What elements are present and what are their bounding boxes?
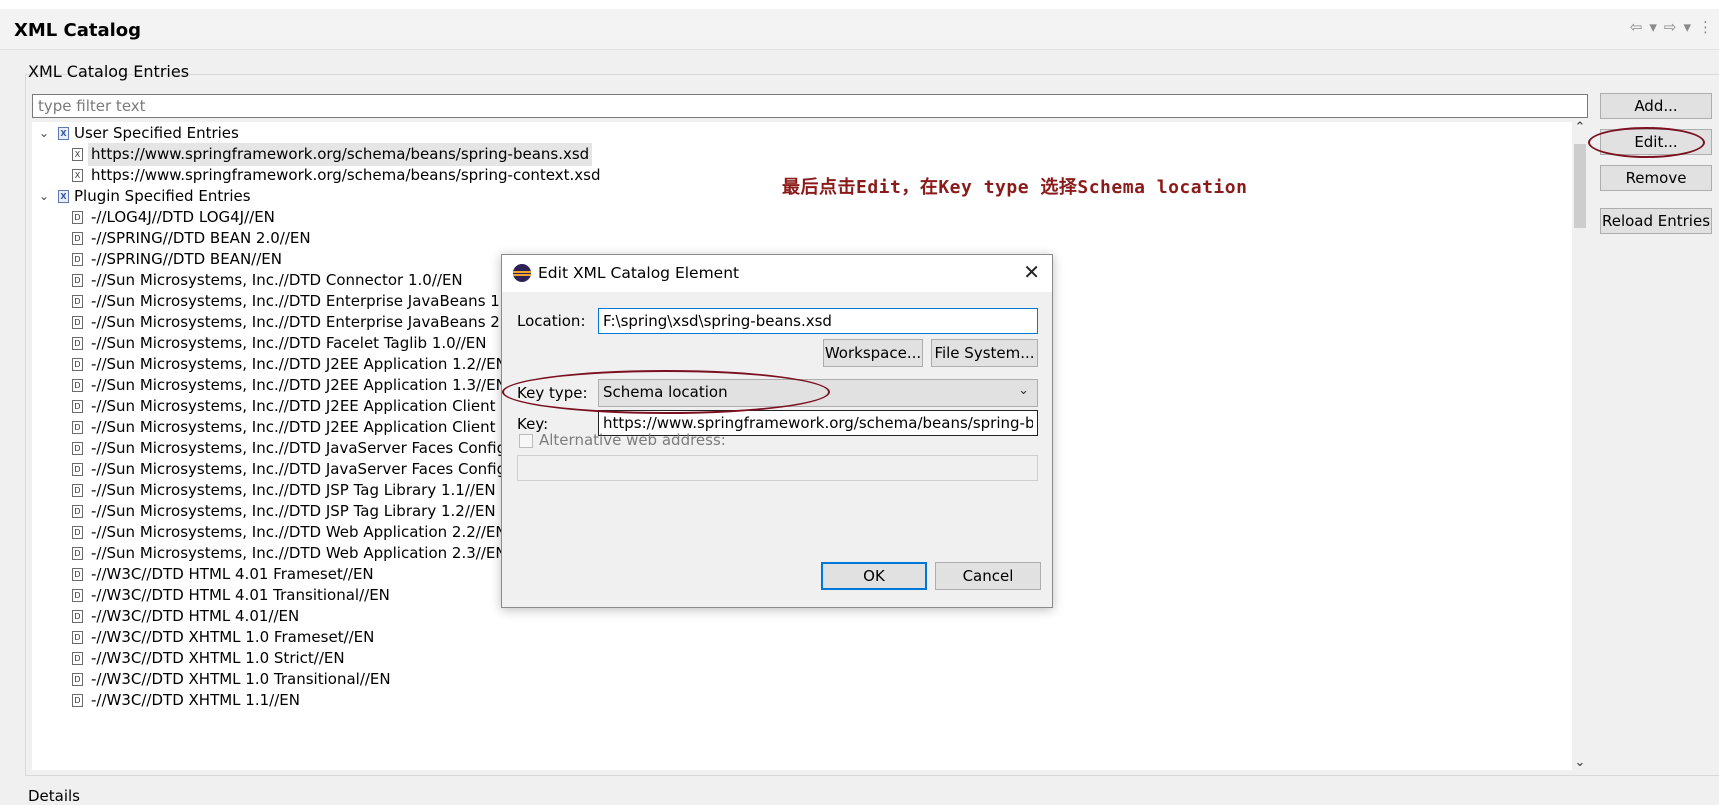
forward-dropdown-icon[interactable]: ▾ bbox=[1683, 18, 1691, 36]
key-type-highlight-ellipse bbox=[502, 370, 830, 414]
tree-item-label: -//Sun Microsystems, Inc.//DTD JavaServe… bbox=[91, 439, 507, 457]
tree-item-label: -//W3C//DTD HTML 4.01 Transitional//EN bbox=[91, 586, 390, 604]
dtd-file-icon: D bbox=[72, 295, 83, 308]
tree-item-label: -//W3C//DTD XHTML 1.0 Strict//EN bbox=[91, 649, 345, 667]
location-field[interactable] bbox=[598, 308, 1038, 334]
add-button[interactable]: Add... bbox=[1600, 93, 1712, 119]
collapse-chevron-icon[interactable]: ⌄ bbox=[37, 185, 51, 208]
more-icon[interactable]: ⋮ bbox=[1698, 18, 1713, 36]
scroll-thumb[interactable] bbox=[1574, 144, 1586, 228]
tree-item-label: -//Sun Microsystems, Inc.//DTD Enterpris… bbox=[91, 292, 515, 310]
tree-item-label: -//Sun Microsystems, Inc.//DTD Facelet T… bbox=[91, 334, 487, 352]
tree-item-label: -//W3C//DTD HTML 4.01 Frameset//EN bbox=[91, 565, 374, 583]
dtd-file-icon: D bbox=[72, 316, 83, 329]
dtd-file-icon: D bbox=[72, 400, 83, 413]
dtd-file-icon: D bbox=[72, 673, 83, 686]
eclipse-logo-icon bbox=[513, 264, 531, 282]
dtd-file-icon: D bbox=[72, 379, 83, 392]
forward-arrow-icon[interactable]: ⇨ bbox=[1664, 18, 1677, 36]
dtd-file-icon: D bbox=[72, 589, 83, 602]
dtd-file-icon: D bbox=[72, 253, 83, 266]
filter-input[interactable] bbox=[32, 94, 1588, 118]
catalog-group-icon: X bbox=[58, 127, 69, 140]
dtd-file-icon: D bbox=[72, 694, 83, 707]
tree-item-label: -//W3C//DTD XHTML 1.0 Frameset//EN bbox=[91, 628, 375, 646]
tree-item-label: https://www.springframework.org/schema/b… bbox=[91, 166, 601, 184]
dtd-file-icon: D bbox=[72, 505, 83, 518]
workspace-button[interactable]: Workspace... bbox=[823, 339, 923, 367]
tree-item-label: -//Sun Microsystems, Inc.//DTD JSP Tag L… bbox=[91, 502, 496, 520]
alternative-web-address-checkbox[interactable] bbox=[519, 434, 533, 448]
dtd-file-icon: D bbox=[72, 631, 83, 644]
dtd-file-icon: D bbox=[72, 337, 83, 350]
tree-item-label: -//SPRING//DTD BEAN//EN bbox=[91, 250, 282, 268]
reload-entries-button[interactable]: Reload Entries bbox=[1600, 208, 1712, 234]
tree-item-label: -//Sun Microsystems, Inc.//DTD Connector… bbox=[91, 271, 463, 289]
tree-group-label: Plugin Specified Entries bbox=[74, 187, 251, 205]
tree-item-label: -//Sun Microsystems, Inc.//DTD Web Appli… bbox=[91, 544, 507, 562]
xsd-file-icon: X bbox=[72, 169, 83, 182]
remove-button[interactable]: Remove bbox=[1600, 165, 1712, 191]
page-title: XML Catalog bbox=[14, 20, 142, 41]
tree-item-label: -//Sun Microsystems, Inc.//DTD Enterpris… bbox=[91, 313, 515, 331]
location-label: Location: bbox=[517, 312, 586, 330]
tree-item-label: -//Sun Microsystems, Inc.//DTD J2EE Appl… bbox=[91, 355, 507, 373]
tree-item-label: -//SPRING//DTD BEAN 2.0//EN bbox=[91, 229, 311, 247]
tree-item-label: -//Sun Microsystems, Inc.//DTD JSP Tag L… bbox=[91, 481, 496, 499]
alternative-web-address-label: Alternative web address: bbox=[539, 431, 726, 449]
details-label: Details bbox=[28, 787, 81, 805]
dialog-titlebar: Edit XML Catalog Element ✕ bbox=[502, 255, 1052, 292]
tree-item-label: https://www.springframework.org/schema/b… bbox=[88, 143, 593, 166]
tree-item-label: -//Sun Microsystems, Inc.//DTD J2EE Appl… bbox=[91, 397, 510, 415]
scroll-down-icon[interactable]: ⌄ bbox=[1572, 755, 1588, 770]
window-top-strip bbox=[0, 0, 1719, 9]
edit-catalog-dialog: Edit XML Catalog Element ✕ Location: Wor… bbox=[501, 254, 1053, 608]
tree-item-label: -//Sun Microsystems, Inc.//DTD JavaServe… bbox=[91, 460, 507, 478]
tree-item-label: -//W3C//DTD HTML 4.01//EN bbox=[91, 607, 300, 625]
cancel-button[interactable]: Cancel bbox=[935, 562, 1041, 590]
dtd-file-icon: D bbox=[72, 526, 83, 539]
back-dropdown-icon[interactable]: ▾ bbox=[1649, 18, 1657, 36]
tree-item-label: -//Sun Microsystems, Inc.//DTD J2EE Appl… bbox=[91, 418, 510, 436]
dtd-file-icon: D bbox=[72, 463, 83, 476]
tree-item-label: -//W3C//DTD XHTML 1.1//EN bbox=[91, 691, 300, 709]
dtd-file-icon: D bbox=[72, 442, 83, 455]
annotation-text: 最后点击Edit，在Key type 选择Schema location bbox=[782, 177, 1248, 198]
tree-item-label: -//W3C//DTD XHTML 1.0 Transitional//EN bbox=[91, 670, 391, 688]
back-arrow-icon[interactable]: ⇦ bbox=[1630, 18, 1643, 36]
dtd-file-icon: D bbox=[72, 547, 83, 560]
catalog-entries-label: XML Catalog Entries bbox=[28, 62, 190, 81]
chevron-down-icon: ⌄ bbox=[1018, 383, 1029, 398]
dtd-file-icon: D bbox=[72, 358, 83, 371]
edit-highlight-ellipse bbox=[1588, 127, 1705, 158]
alternative-web-address-field[interactable] bbox=[517, 455, 1038, 481]
dtd-file-icon: D bbox=[72, 568, 83, 581]
preference-page-header: XML Catalog ⇦ ▾ ⇨ ▾ ⋮ bbox=[0, 9, 1719, 50]
tree-item-label: -//Sun Microsystems, Inc.//DTD Web Appli… bbox=[91, 523, 507, 541]
close-icon[interactable]: ✕ bbox=[1023, 260, 1040, 284]
dtd-file-icon: D bbox=[72, 421, 83, 434]
dtd-file-icon: D bbox=[72, 232, 83, 245]
ok-button[interactable]: OK bbox=[821, 562, 927, 590]
tree-item-label: -//LOG4J//DTD LOG4J//EN bbox=[91, 208, 275, 226]
scroll-up-icon[interactable]: ⌃ bbox=[1572, 120, 1588, 135]
dtd-file-icon: D bbox=[72, 610, 83, 623]
file-system-button[interactable]: File System... bbox=[931, 339, 1038, 367]
dtd-file-icon: D bbox=[72, 652, 83, 665]
tree-group-label: User Specified Entries bbox=[74, 124, 239, 142]
collapse-chevron-icon[interactable]: ⌄ bbox=[37, 122, 51, 145]
catalog-group-icon: X bbox=[58, 190, 69, 203]
nav-buttons: ⇦ ▾ ⇨ ▾ ⋮ bbox=[1630, 18, 1713, 36]
xsd-file-icon: X bbox=[72, 148, 83, 161]
tree-item-label: -//Sun Microsystems, Inc.//DTD J2EE Appl… bbox=[91, 376, 507, 394]
dtd-file-icon: D bbox=[72, 211, 83, 224]
dtd-file-icon: D bbox=[72, 484, 83, 497]
tree-scrollbar[interactable]: ⌃ ⌄ bbox=[1572, 120, 1588, 770]
dialog-title: Edit XML Catalog Element bbox=[538, 264, 740, 282]
dtd-file-icon: D bbox=[72, 274, 83, 287]
